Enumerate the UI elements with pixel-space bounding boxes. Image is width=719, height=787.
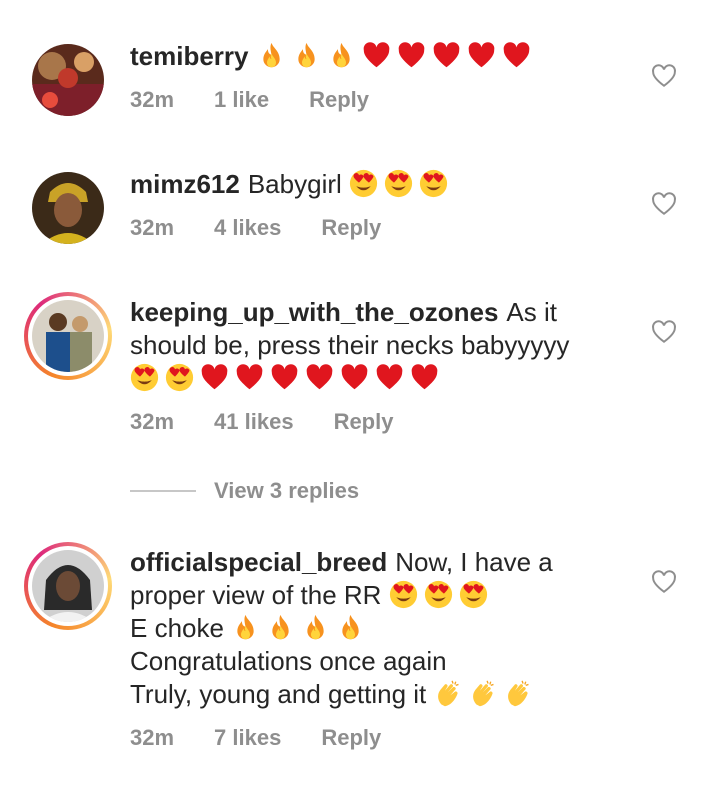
heart-eyes-emoji: [459, 580, 488, 609]
clapping-hands-emoji: [504, 679, 533, 708]
avatar-image: [32, 172, 104, 244]
heart-eyes-emoji: [349, 169, 378, 198]
red-heart-emoji: [467, 41, 496, 70]
comment-message-line: E choke: [130, 613, 224, 643]
red-heart-emoji: [340, 363, 369, 392]
avatar[interactable]: [24, 292, 112, 380]
reply-button[interactable]: Reply: [334, 409, 394, 435]
red-heart-emoji: [362, 41, 391, 70]
comment-emoji-row: [231, 613, 371, 643]
view-replies-label: View 3 replies: [214, 478, 360, 503]
like-heart-icon[interactable]: [651, 63, 677, 89]
comment-emoji-row: [434, 679, 539, 709]
reply-button[interactable]: Reply: [309, 87, 369, 113]
like-heart-icon[interactable]: [651, 569, 677, 595]
avatar-image: [32, 44, 104, 116]
fire-emoji: [231, 613, 260, 642]
red-heart-emoji: [502, 41, 531, 70]
comment-message: Babygirl: [247, 169, 342, 199]
clapping-hands-emoji: [469, 679, 498, 708]
avatar[interactable]: [24, 542, 112, 630]
comment-likes[interactable]: 1 like: [214, 87, 269, 113]
red-heart-emoji: [410, 363, 439, 392]
comment-message: As it: [506, 297, 557, 327]
heart-eyes-emoji: [419, 169, 448, 198]
comment-username[interactable]: temiberry: [130, 41, 249, 71]
comment-username[interactable]: officialspecial_breed: [130, 547, 387, 577]
view-replies-button[interactable]: View 3 replies: [130, 478, 359, 504]
red-heart-emoji: [270, 363, 299, 392]
heart-eyes-emoji: [389, 580, 418, 609]
red-heart-emoji: [235, 363, 264, 392]
reply-button[interactable]: Reply: [321, 215, 381, 241]
red-heart-emoji: [375, 363, 404, 392]
avatar[interactable]: [32, 44, 104, 116]
red-heart-emoji: [397, 41, 426, 70]
fire-emoji: [292, 41, 321, 70]
comment-time: 32m: [130, 87, 175, 112]
comment-likes[interactable]: 4 likes: [214, 215, 281, 241]
red-heart-emoji: [432, 41, 461, 70]
avatar-image: [32, 550, 104, 622]
comment-message-line: proper view of the RR: [130, 580, 382, 610]
comment-meta: 32m 4 likes Reply: [130, 215, 630, 241]
red-heart-emoji: [305, 363, 334, 392]
fire-emoji: [257, 41, 286, 70]
comment-emoji-row: [130, 363, 445, 393]
comment-text: mimz612 Babygirl: [130, 168, 630, 201]
divider: [130, 490, 196, 492]
reply-button[interactable]: Reply: [321, 725, 381, 751]
comment-text: officialspecial_breed Now, I have a prope…: [130, 546, 630, 711]
heart-eyes-emoji: [384, 169, 413, 198]
comment-emoji-row: [257, 41, 537, 71]
comment-time: 32m: [130, 215, 175, 240]
comment-username[interactable]: keeping_up_with_the_ozones: [130, 297, 498, 327]
like-heart-icon[interactable]: [651, 191, 677, 217]
avatar[interactable]: [32, 172, 104, 244]
comment-meta: 32m 41 likes Reply: [130, 409, 630, 435]
clapping-hands-emoji: [434, 679, 463, 708]
comment-message-line: Congratulations once again: [130, 646, 447, 676]
comment-likes[interactable]: 7 likes: [214, 725, 281, 751]
comment-time: 32m: [130, 725, 175, 750]
comment-meta: 32m 7 likes Reply: [130, 725, 630, 751]
heart-eyes-emoji: [130, 363, 159, 392]
heart-eyes-emoji: [424, 580, 453, 609]
comment-text: keeping_up_with_the_ozones As it should b…: [130, 296, 630, 395]
comment-message-line: should be, press their necks babyyyyy: [130, 330, 570, 360]
comment-message: Now, I have a: [395, 547, 553, 577]
fire-emoji: [327, 41, 356, 70]
fire-emoji: [266, 613, 295, 642]
fire-emoji: [336, 613, 365, 642]
red-heart-emoji: [200, 363, 229, 392]
comment-username[interactable]: mimz612: [130, 169, 240, 199]
avatar-image: [32, 300, 104, 372]
comment-meta: 32m 1 like Reply: [130, 87, 630, 113]
fire-emoji: [301, 613, 330, 642]
comment-likes[interactable]: 41 likes: [214, 409, 294, 435]
comment-emoji-row: [389, 580, 494, 610]
comment-message-line: Truly, young and getting it: [130, 679, 427, 709]
heart-eyes-emoji: [165, 363, 194, 392]
comment-text: temiberry: [130, 40, 630, 73]
comment-time: 32m: [130, 409, 175, 434]
like-heart-icon[interactable]: [651, 319, 677, 345]
comment-emoji-row: [349, 169, 454, 199]
